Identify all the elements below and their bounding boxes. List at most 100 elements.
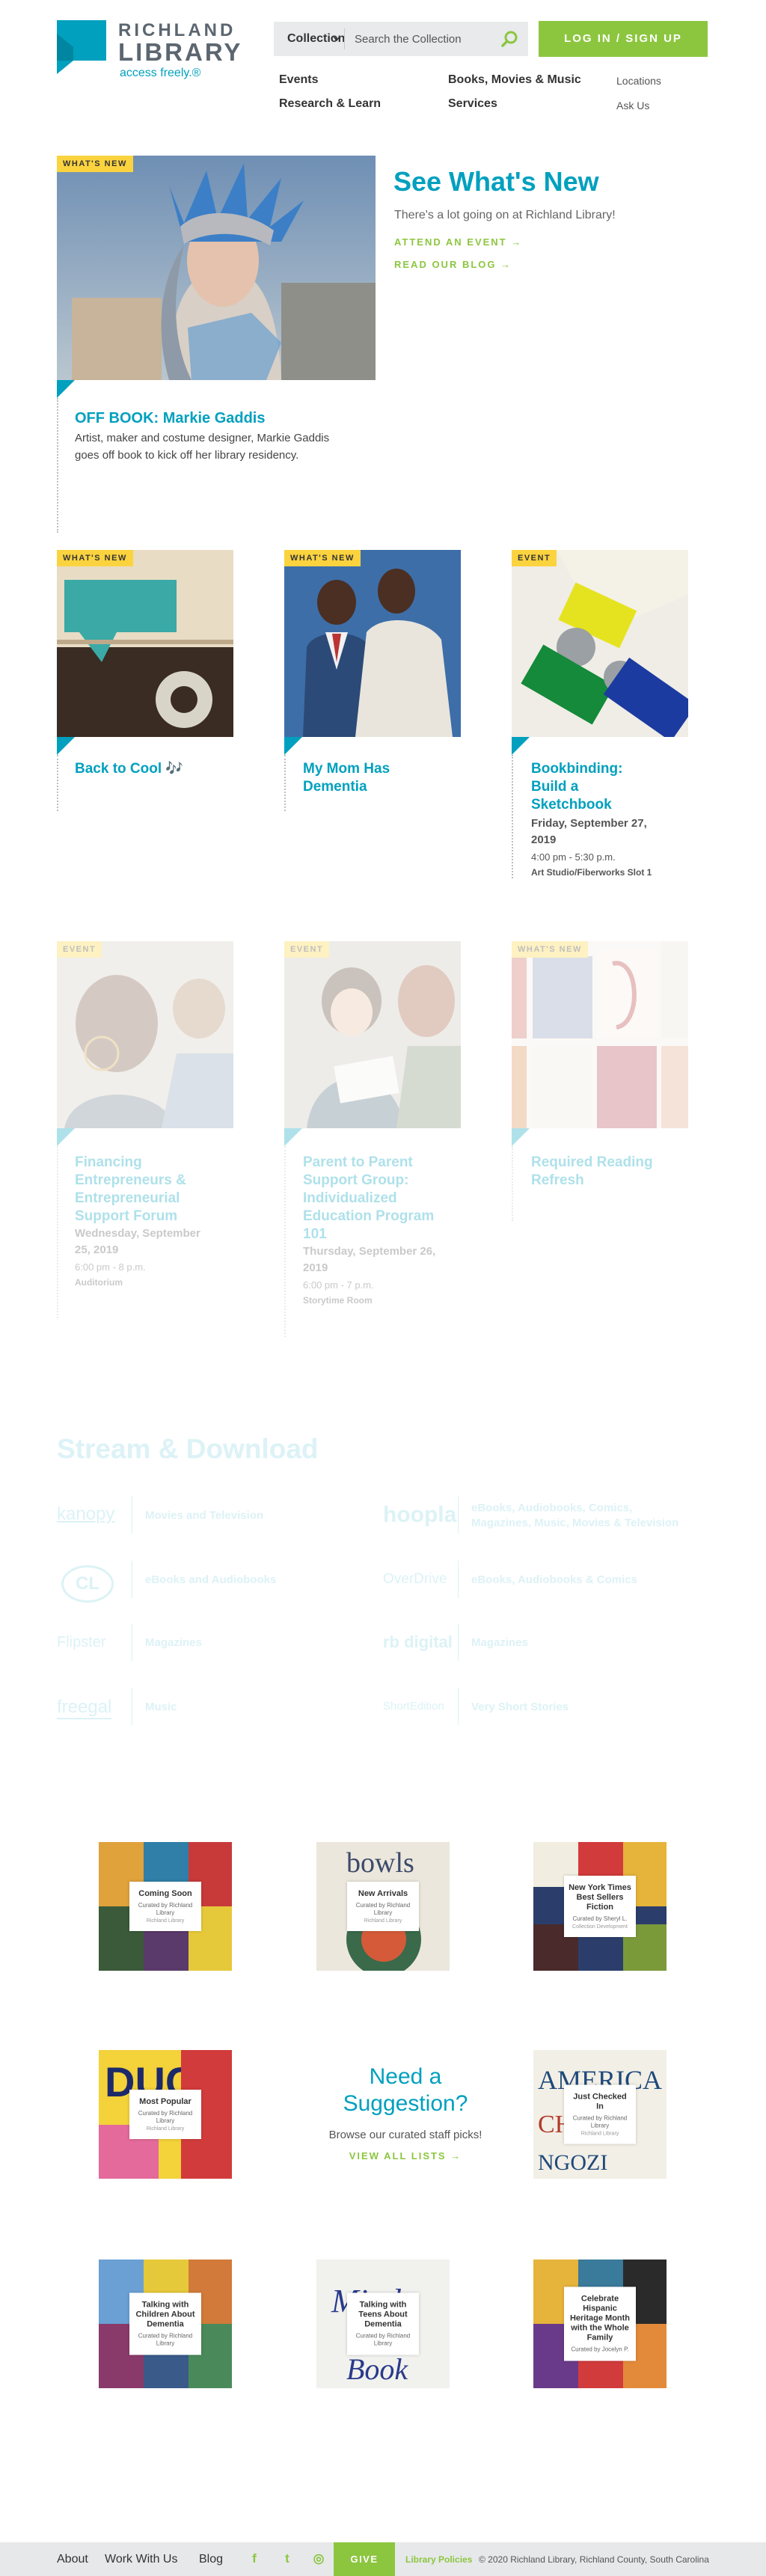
list-curator: Curated by Richland Library — [138, 2110, 193, 2124]
whats-new-subtitle: There's a lot going on at Richland Libra… — [394, 209, 616, 221]
overdrive-logo[interactable]: OverDrive — [383, 1571, 447, 1588]
svg-text:bowls: bowls — [346, 1847, 414, 1879]
card-title-parent-support[interactable]: Parent to Parent Support Group: Individu… — [303, 1154, 445, 1243]
list-tile-coming-soon[interactable]: Coming Soon Curated by Richland Library … — [99, 1842, 232, 1971]
list-label: Just Checked In Curated by Richland Libr… — [564, 2084, 636, 2144]
list-name: Talking with Teens About Dementia — [358, 2300, 408, 2329]
card-time: 6:00 pm - 7 p.m. — [303, 1279, 374, 1291]
flipster-logo[interactable]: Flipster — [57, 1634, 106, 1651]
nav-research-learn[interactable]: Research & Learn — [279, 97, 381, 111]
list-curator-org: Richland Library — [146, 1918, 185, 1924]
feature-title[interactable]: OFF BOOK: Markie Gaddis — [75, 410, 265, 427]
list-name: Just Checked In — [573, 2092, 627, 2111]
list-name: New Arrivals — [358, 1889, 408, 1898]
card-image-back-to-cool[interactable]: WHAT'S NEW — [57, 550, 233, 737]
card-location: Art Studio/Fiberworks Slot 1 — [531, 867, 652, 878]
facebook-icon[interactable]: f — [247, 2551, 262, 2566]
card-corner-triangle — [512, 1128, 530, 1146]
list-curator: Curated by Richland Library — [572, 2114, 628, 2129]
card-corner-triangle — [57, 737, 75, 755]
service-description: eBooks, Audiobooks, Comics, Magazines, M… — [471, 1502, 679, 1529]
cloudlibrary-logo[interactable]: CL — [61, 1565, 114, 1603]
nav-ask-us[interactable]: Ask Us — [616, 100, 649, 111]
view-all-lists-link[interactable]: VIEW ALL LISTS → — [301, 2150, 510, 2162]
svg-text:Book: Book — [346, 2352, 408, 2386]
card-image-my-mom[interactable]: WHAT'S NEW — [284, 550, 461, 737]
search-input[interactable] — [355, 28, 489, 50]
svg-text:NGOZI: NGOZI — [538, 2150, 607, 2175]
list-tile-teens-dementia[interactable]: Mind Book Talking with Teens About Demen… — [316, 2260, 450, 2388]
card-location: Auditorium — [75, 1277, 123, 1288]
suggestion-heading: Need a Suggestion? — [343, 2064, 468, 2116]
card-title-required-reading[interactable]: Required Reading Refresh — [531, 1154, 681, 1190]
list-tile-most-popular[interactable]: DUCK Most Popular Curated by Richland Li… — [99, 2050, 232, 2179]
list-name: Most Popular — [139, 2097, 192, 2106]
stream-heading: Stream & Download — [57, 1434, 319, 1464]
search-divider — [344, 28, 345, 49]
list-label: New Arrivals Curated by Richland Library… — [347, 1882, 419, 1931]
hoopla-logo[interactable]: hoopla — [383, 1502, 456, 1528]
service-divider — [458, 1561, 459, 1598]
footer-about-link[interactable]: About — [57, 2553, 88, 2566]
list-tile-children-dementia[interactable]: Talking with Children About Dementia Cur… — [99, 2260, 232, 2388]
short-edition-logo[interactable]: ShortEdition — [383, 1700, 444, 1713]
card-image-parent-support[interactable]: EVENT — [284, 941, 461, 1128]
feature-dotted-divider — [57, 398, 58, 533]
footer-work-with-us-link[interactable]: Work With Us — [105, 2553, 177, 2566]
list-name: Celebrate Hispanic Heritage Month with t… — [569, 2294, 631, 2343]
nav-locations[interactable]: Locations — [616, 75, 661, 87]
forum-photo — [57, 941, 233, 1128]
kanopy-logo[interactable]: kanopy — [57, 1504, 114, 1525]
card-image-required-reading[interactable]: WHAT'S NEW — [512, 941, 688, 1128]
card-tag: WHAT'S NEW — [512, 941, 588, 958]
card-tag: WHAT'S NEW — [57, 550, 133, 566]
list-tile-just-checked-in[interactable]: AMERICA CHIMA NGOZI Just Checked In Cura… — [533, 2050, 667, 2179]
list-tile-hispanic-heritage[interactable]: Celebrate Hispanic Heritage Month with t… — [533, 2260, 667, 2388]
list-curator: Curated by Richland Library — [355, 2332, 411, 2347]
card-title-my-mom-dementia[interactable]: My Mom Has Dementia — [303, 760, 445, 796]
list-curator-org: Richland Library — [146, 2126, 185, 2132]
card-date: Thursday, September 26, 2019 — [303, 1245, 436, 1274]
twitter-icon[interactable]: t — [280, 2551, 295, 2566]
list-label: Celebrate Hispanic Heritage Month with t… — [564, 2286, 636, 2361]
card-location: Storytime Room — [303, 1295, 373, 1306]
freegal-logo[interactable]: freegal — [57, 1697, 112, 1719]
service-description: Very Short Stories — [471, 1701, 569, 1713]
library-policies-link[interactable]: Library Policies — [405, 2554, 472, 2565]
read-blog-link[interactable]: READ OUR BLOG → — [394, 259, 512, 270]
card-time: 4:00 pm - 5:30 p.m. — [531, 851, 616, 863]
card-title-back-to-cool[interactable]: Back to Cool 🎶 — [75, 760, 217, 778]
card-dotted-divider — [284, 755, 286, 811]
service-description: eBooks and Audiobooks — [145, 1573, 277, 1586]
card-tag: WHAT'S NEW — [284, 550, 361, 566]
card-date: Wednesday, September 25, 2019 — [75, 1227, 200, 1256]
attend-event-link[interactable]: ATTEND AN EVENT → — [394, 236, 522, 248]
card-tag: EVENT — [284, 941, 330, 958]
search-icon[interactable] — [500, 29, 519, 49]
nav-events[interactable]: Events — [279, 73, 318, 87]
service-divider — [458, 1624, 459, 1661]
rbdigital-logo[interactable]: rb digital — [383, 1633, 453, 1652]
list-tile-new-arrivals[interactable]: bowls New Arrivals Curated by Richland L… — [316, 1842, 450, 1971]
instagram-icon[interactable]: ◎ — [311, 2551, 326, 2566]
card-image-financing[interactable]: EVENT — [57, 941, 233, 1128]
library-logo[interactable]: RICHLAND LIBRARY access freely.® — [57, 20, 251, 84]
login-signup-button[interactable]: LOG IN / SIGN UP — [539, 21, 708, 57]
card-title-financing[interactable]: Financing Entrepreneurs & Entrepreneuria… — [75, 1154, 217, 1226]
give-button[interactable]: GIVE — [334, 2542, 395, 2576]
search-bar: Collection — [274, 22, 528, 56]
service-description: Music — [145, 1701, 177, 1713]
list-label: Coming Soon Curated by Richland Library … — [129, 1882, 201, 1931]
card-image-bookbinding[interactable]: EVENT — [512, 550, 688, 737]
service-description: Magazines — [145, 1636, 202, 1649]
list-tile-nyt-best-sellers[interactable]: New York Times Best Sellers Fiction Cura… — [533, 1842, 667, 1971]
logo-tagline: access freely.® — [120, 67, 201, 79]
feature-image[interactable]: WHAT'S NEW — [57, 156, 376, 380]
card-title-bookbinding[interactable]: Bookbinding: Build a Sketchbook — [531, 760, 643, 814]
list-curator: Curated by Jocelyn P. — [571, 2346, 629, 2353]
book-covers-photo — [512, 941, 688, 1128]
feature-description: Artist, maker and costume designer, Mark… — [75, 432, 330, 462]
footer-blog-link[interactable]: Blog — [199, 2553, 223, 2566]
nav-services[interactable]: Services — [448, 97, 497, 111]
nav-books-movies-music[interactable]: Books, Movies & Music — [448, 73, 581, 87]
